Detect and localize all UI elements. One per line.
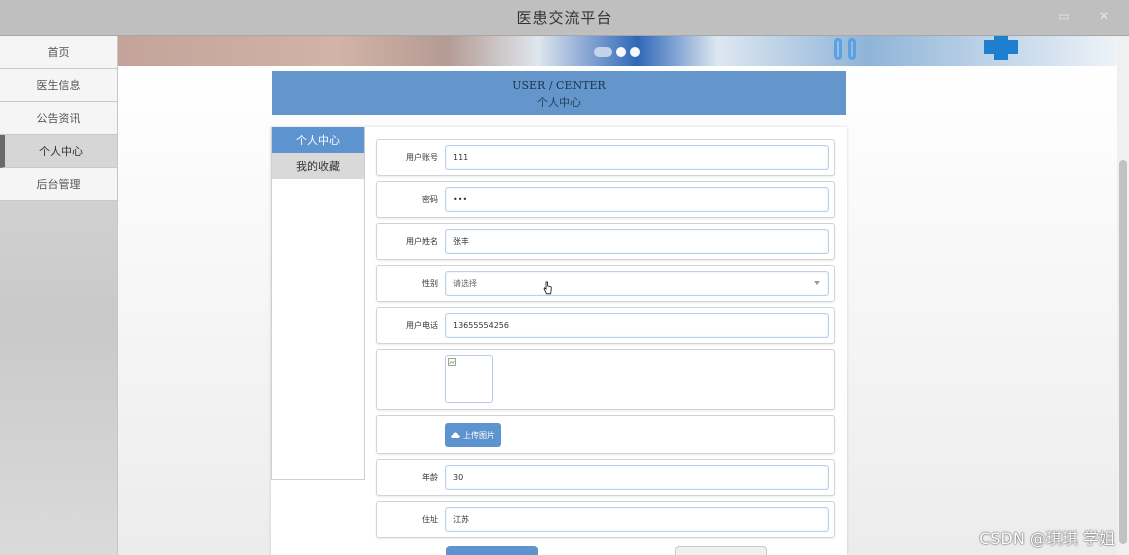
form-row-upload: 上传图片 [376,415,835,454]
sidebar: 首页 医生信息 公告资讯 个人中心 后台管理 00:39 [0,36,118,555]
hand-cursor-icon [543,281,552,295]
subnav: 个人中心 我的收藏 [271,127,365,480]
page-title: 个人中心 [537,96,581,109]
phone-field[interactable]: 13655554256 [445,313,829,338]
password-label: 密码 [422,195,438,204]
age-field[interactable]: 30 [445,465,829,490]
medical-cross-icon [994,36,1008,60]
sidebar-item-label: 后台管理 [36,178,81,191]
upload-image-button[interactable]: 上传图片 [445,423,501,447]
video-timer: 00:39 [28,510,83,531]
main-content: USER / CENTER 个人中心 个人中心 我的收藏 用户账号 111 密码… [118,66,1117,555]
form-row-account: 用户账号 111 [376,139,835,176]
gender-select-placeholder: 请选择 [453,279,477,288]
gender-select[interactable]: 请选择 [445,271,829,296]
sidebar-item-admin[interactable]: 后台管理 [0,168,117,201]
form-row-name: 用户姓名 张丰 [376,223,835,260]
form-row-gender: 性别 请选择 [376,265,835,302]
account-field[interactable]: 111 [445,145,829,170]
sidebar-item-label: 医生信息 [36,79,81,92]
account-label: 用户账号 [406,153,438,162]
carousel-indicators[interactable] [594,47,640,57]
form-row-phone: 用户电话 13655554256 [376,307,835,344]
sidebar-item-label: 首页 [47,46,70,59]
sidebar-item-label: 公告资讯 [36,112,81,125]
avatar-image [445,355,493,403]
tab-favorites[interactable]: 我的收藏 [272,153,364,179]
tab-label: 我的收藏 [296,160,340,173]
upload-button-label: 上传图片 [463,430,495,440]
address-label: 住址 [422,515,438,524]
gender-label: 性别 [422,279,438,288]
update-button[interactable] [446,546,538,555]
tab-user-center[interactable]: 个人中心 [272,127,364,153]
form-row-address: 住址 江苏 [376,501,835,538]
window-titlebar: 医患交流平台 ▭ ✕ [0,0,1129,36]
sidebar-item-home[interactable]: 首页 [0,36,117,69]
scrollbar-thumb[interactable] [1119,160,1127,544]
tab-label: 个人中心 [296,134,340,147]
name-label: 用户姓名 [406,237,438,246]
broken-image-icon [448,358,456,366]
logout-button[interactable] [675,546,767,555]
page-scrollbar[interactable] [1117,36,1129,555]
carousel-dot[interactable] [630,47,640,57]
form-row-avatar [376,349,835,410]
form-row-password: 密码 ••• [376,181,835,218]
app-title: 医患交流平台 [516,9,613,27]
banner-decoration [834,38,856,60]
page-title-en: USER / CENTER [512,79,606,92]
profile-form: 用户账号 111 密码 ••• 用户姓名 张丰 性别 请选择 用户电话 1365… [376,139,835,543]
sidebar-item-doctors[interactable]: 医生信息 [0,69,117,102]
age-label: 年龄 [422,473,438,482]
banner-carousel [118,36,1117,66]
carousel-dot[interactable] [594,47,612,57]
sidebar-item-user-center[interactable]: 个人中心 [0,135,117,168]
chevron-down-icon [814,281,820,285]
name-field[interactable]: 张丰 [445,229,829,254]
page-header: USER / CENTER 个人中心 [272,71,846,115]
phone-label: 用户电话 [406,321,438,330]
watermark: CSDN @琪琪 学姐 [979,529,1115,548]
sidebar-item-label: 个人中心 [39,145,83,158]
password-field[interactable]: ••• [445,187,829,212]
minimize-icon[interactable]: ▭ [1057,9,1071,23]
carousel-dot[interactable] [616,47,626,57]
form-row-age: 年龄 30 [376,459,835,496]
close-icon[interactable]: ✕ [1097,9,1111,23]
user-center-panel: 个人中心 我的收藏 用户账号 111 密码 ••• 用户姓名 张丰 性别 请选择 [271,127,847,555]
address-field[interactable]: 江苏 [445,507,829,532]
cloud-upload-icon [451,432,460,438]
sidebar-item-news[interactable]: 公告资讯 [0,102,117,135]
